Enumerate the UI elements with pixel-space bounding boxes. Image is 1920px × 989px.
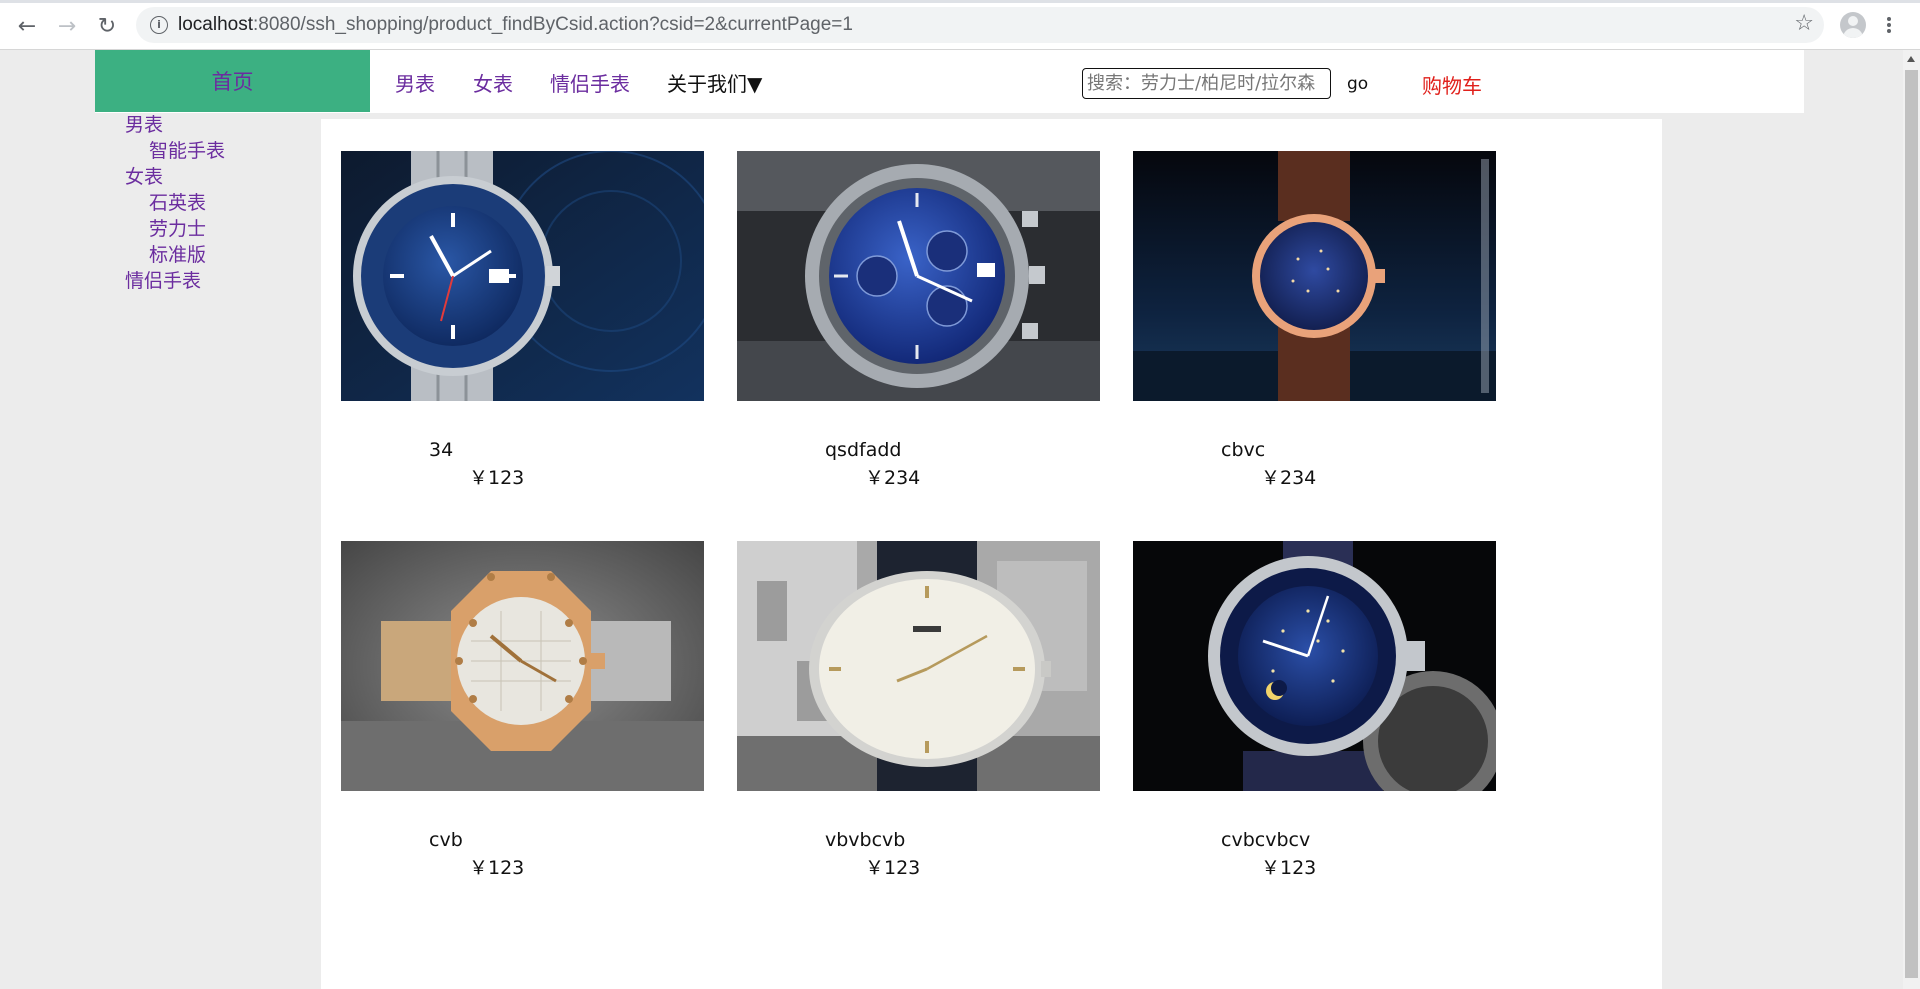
product-card: qsdfadd ￥234 [737, 151, 1100, 489]
search-input[interactable] [1082, 68, 1331, 99]
product-card: cvbcvbcv ￥123 [1133, 541, 1496, 879]
sidebar-item-womens-watches[interactable]: 女表 [125, 164, 315, 190]
product-price: ￥123 [469, 857, 525, 879]
product-card: 34 ￥123 [341, 151, 704, 489]
tab-strip-edge [0, 0, 1920, 3]
sidebar-item-mens-watches[interactable]: 男表 [125, 112, 315, 138]
product-image-celestial-moon-phase-watch[interactable] [1133, 541, 1496, 791]
product-price: ￥234 [865, 467, 921, 489]
product-image-blue-diver-watch[interactable] [341, 151, 704, 401]
bookmark-star-icon[interactable]: ☆ [1794, 11, 1814, 36]
nav-link-womens-watches[interactable]: 女表 [473, 68, 513, 97]
sidebar-item-standard-edition[interactable]: 标准版 [125, 242, 315, 268]
product-price: ￥123 [469, 467, 525, 489]
forward-arrow-icon[interactable]: → [54, 13, 80, 39]
product-card: cbvc ￥234 [1133, 151, 1496, 489]
sidebar-item-smart-watches[interactable]: 智能手表 [125, 138, 315, 164]
product-price: ￥123 [865, 857, 921, 879]
address-bar[interactable]: i localhost:8080/ssh_shopping/product_fi… [136, 7, 1824, 43]
page-scrollbar[interactable] [1903, 50, 1920, 989]
product-name[interactable]: vbvbcvb [825, 829, 905, 851]
category-sidebar: 男表 智能手表 女表 石英表 劳力士 标准版 情侣手表 [125, 112, 315, 294]
home-nav-link[interactable]: 首页 [95, 50, 370, 112]
product-image-octagonal-bezel-watch[interactable] [341, 541, 704, 791]
profile-avatar-icon[interactable] [1840, 12, 1866, 38]
sidebar-item-couple-watches[interactable]: 情侣手表 [125, 268, 315, 294]
url-text[interactable]: localhost:8080/ssh_shopping/product_find… [178, 14, 853, 36]
product-image-blue-chronograph-watch[interactable] [737, 151, 1100, 401]
product-card: vbvbcvb ￥123 [737, 541, 1100, 879]
search-go-button[interactable]: go [1347, 74, 1368, 94]
scroll-up-arrow-icon[interactable] [1907, 56, 1915, 62]
product-price: ￥234 [1261, 467, 1317, 489]
product-grid: 34 ￥123 qsdfadd ￥234 cbvc ￥234 cvb ￥123 … [321, 119, 1662, 989]
nav-link-couple-watches[interactable]: 情侣手表 [550, 68, 630, 97]
back-arrow-icon[interactable]: ← [14, 13, 40, 39]
reload-icon[interactable]: ↻ [94, 13, 120, 39]
browser-toolbar: ← → ↻ i localhost:8080/ssh_shopping/prod… [0, 0, 1920, 50]
product-name[interactable]: cvbcvbcv [1221, 829, 1310, 851]
url-path: :8080/ssh_shopping/product_findByCsid.ac… [253, 14, 853, 35]
browser-menu-icon[interactable] [1884, 12, 1894, 38]
nav-link-mens-watches[interactable]: 男表 [395, 68, 435, 97]
product-image-white-dial-dress-watch[interactable] [737, 541, 1100, 791]
product-name[interactable]: qsdfadd [825, 439, 901, 461]
about-us-dropdown[interactable]: 关于我们▼ [667, 68, 762, 97]
product-card: cvb ￥123 [341, 541, 704, 879]
sidebar-item-quartz-watches[interactable]: 石英表 [125, 190, 315, 216]
product-name[interactable]: cvb [429, 829, 463, 851]
site-info-icon[interactable]: i [150, 16, 168, 34]
sidebar-item-rolex[interactable]: 劳力士 [125, 216, 315, 242]
product-image-rose-gold-night-sky-watch[interactable] [1133, 151, 1496, 401]
site-header: 首页 男表 女表 情侣手表 关于我们▼ go 购物车 [95, 50, 1804, 113]
product-price: ￥123 [1261, 857, 1317, 879]
product-name[interactable]: 34 [429, 439, 453, 461]
scrollbar-thumb[interactable] [1905, 70, 1918, 978]
url-host: localhost [178, 14, 253, 35]
shopping-cart-link[interactable]: 购物车 [1422, 70, 1482, 99]
product-name[interactable]: cbvc [1221, 439, 1265, 461]
